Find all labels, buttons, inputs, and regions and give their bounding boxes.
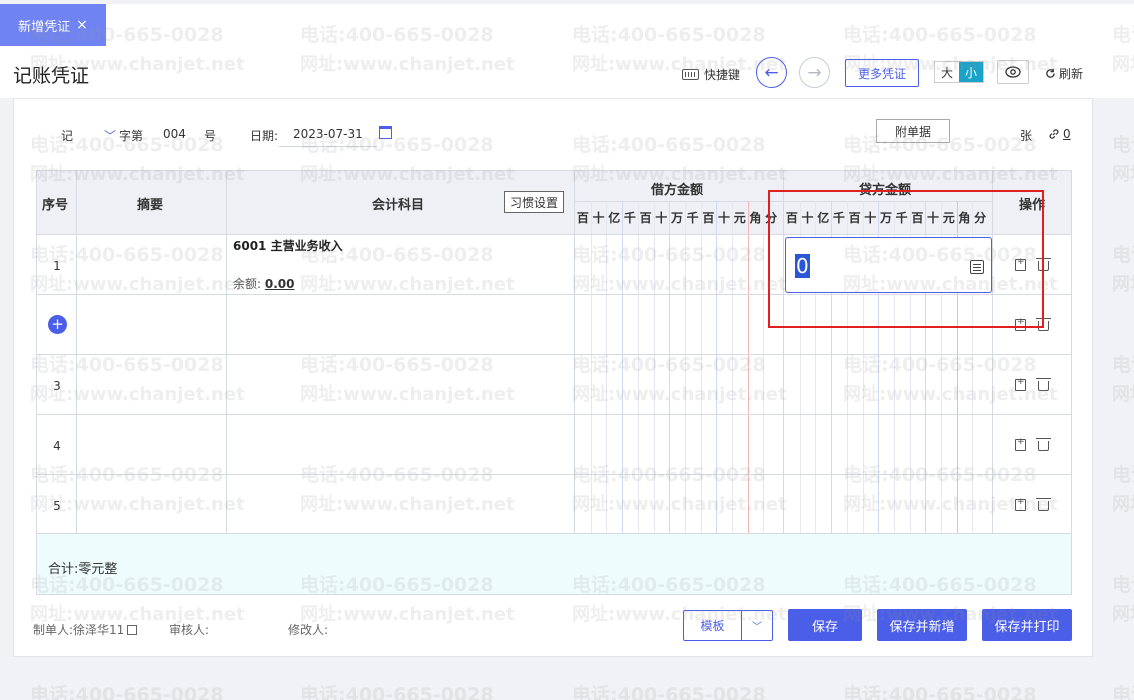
modifier-label: 修改人: bbox=[288, 623, 329, 637]
voucher-card: 记 ﹀ 字第 004 号 日期: 2023-07-31 附单据 张 0 序号 摘… bbox=[13, 98, 1093, 657]
shortcut-label: 快捷键 bbox=[704, 68, 741, 82]
watermark-site: 网址:www.chanjet.net bbox=[1112, 494, 1134, 515]
save-print-button[interactable]: 保存并打印 bbox=[982, 609, 1072, 641]
voucher-meta: 记 ﹀ 字第 004 号 日期: 2023-07-31 附单据 张 0 bbox=[14, 119, 1094, 147]
watermark-phone: 电话:400-665-0028 bbox=[1112, 684, 1134, 700]
row-seq: 4 bbox=[53, 439, 61, 453]
add-row-button[interactable]: + bbox=[48, 315, 67, 334]
row-actions bbox=[1015, 497, 1051, 511]
chevron-down-icon[interactable]: ﹀ bbox=[742, 611, 772, 640]
copy-row-icon[interactable] bbox=[1015, 377, 1026, 391]
maker-label: 制单人: bbox=[33, 623, 74, 637]
date-label: 日期: bbox=[250, 129, 279, 143]
tab-bar-filler bbox=[106, 4, 1134, 46]
next-voucher-button[interactable]: → bbox=[799, 57, 830, 88]
date-field[interactable]: 2023-07-31 bbox=[279, 123, 377, 147]
table-row: 5 bbox=[37, 474, 1071, 534]
attach-docs-button[interactable]: 附单据 bbox=[876, 119, 950, 143]
balance-label: 余额: bbox=[233, 277, 262, 291]
watermark-phone: 电话:400-665-0028 bbox=[1112, 574, 1134, 596]
refresh-button[interactable]: 刷新 bbox=[1045, 65, 1083, 82]
zhang-label: 张 bbox=[1020, 129, 1033, 143]
size-small-option[interactable]: 小 bbox=[959, 62, 983, 82]
watermark-site: 网址:www.chanjet.net bbox=[1112, 164, 1134, 185]
row-actions bbox=[1015, 377, 1051, 391]
watermark-phone: 电话:400-665-0028 bbox=[1112, 354, 1134, 376]
page-header: 记账凭证 快捷键 ← → 更多凭证 大 小 刷新 bbox=[0, 46, 1134, 98]
watermark-phone: 电话:400-665-0028 bbox=[1112, 464, 1134, 486]
table-row: 4 bbox=[37, 414, 1071, 474]
balance: 余额: 0.00 bbox=[233, 275, 294, 292]
refresh-label: 刷新 bbox=[1059, 67, 1084, 81]
balance-value[interactable]: 0.00 bbox=[265, 277, 295, 291]
close-icon[interactable]: × bbox=[76, 17, 88, 33]
total-row: 合计:零元整 bbox=[37, 533, 1071, 594]
tab-label: 新增凭证 bbox=[18, 19, 71, 35]
refresh-icon bbox=[1046, 68, 1055, 78]
watermark-phone: 电话:400-665-0028 bbox=[300, 684, 494, 700]
tab-bar: 新增凭证 × bbox=[0, 0, 1134, 46]
row-seq: 5 bbox=[53, 499, 61, 513]
page-title: 记账凭证 bbox=[13, 65, 90, 87]
watermark-phone: 电话:400-665-0028 bbox=[1112, 244, 1134, 266]
voucher-type: 记 bbox=[61, 129, 74, 143]
watermark-site: 网址:www.chanjet.net bbox=[1112, 604, 1134, 625]
more-vouchers-button[interactable]: 更多凭证 bbox=[845, 59, 919, 87]
copy-row-icon[interactable] bbox=[1015, 497, 1026, 511]
save-new-button[interactable]: 保存并新增 bbox=[877, 609, 967, 641]
template-label: 模板 bbox=[684, 611, 742, 640]
watermark-phone: 电话:400-665-0028 bbox=[30, 684, 224, 700]
subject-value[interactable]: 6001 主营业务收入 bbox=[233, 237, 343, 254]
prev-voucher-button[interactable]: ← bbox=[756, 57, 787, 88]
delete-row-icon[interactable] bbox=[1036, 438, 1051, 451]
watermark-phone: 电话:400-665-0028 bbox=[572, 684, 766, 700]
size-large-option[interactable]: 大 bbox=[935, 62, 959, 82]
row-seq: 1 bbox=[53, 259, 61, 273]
auditor-label: 审核人: bbox=[169, 623, 210, 637]
chevron-down-icon[interactable]: ﹀ bbox=[104, 127, 116, 144]
size-toggle: 大 小 bbox=[934, 61, 984, 83]
maker-name: 徐泽华11 bbox=[73, 623, 125, 637]
delete-row-icon[interactable] bbox=[1036, 378, 1051, 391]
watermark-phone: 电话:400-665-0028 bbox=[843, 684, 1037, 700]
shortcut-button[interactable]: 快捷键 bbox=[682, 66, 740, 83]
table-row: 3 bbox=[37, 354, 1071, 414]
template-button[interactable]: 模板 ﹀ bbox=[683, 610, 773, 641]
highlight-box bbox=[768, 190, 1044, 328]
view-toggle-button[interactable] bbox=[997, 60, 1029, 84]
attachment-link[interactable]: 0 bbox=[1048, 127, 1071, 141]
zi-label: 字第 bbox=[119, 129, 144, 143]
watermark-phone: 电话:400-665-0028 bbox=[1112, 134, 1134, 156]
hao-label: 号 bbox=[204, 129, 217, 143]
save-button[interactable]: 保存 bbox=[788, 609, 862, 641]
col-debit: 借方金额 bbox=[651, 183, 704, 198]
eye-icon bbox=[1005, 66, 1021, 78]
tab-new-voucher[interactable]: 新增凭证 × bbox=[0, 4, 106, 46]
edit-icon[interactable] bbox=[127, 625, 138, 635]
link-icon bbox=[1049, 129, 1059, 139]
calendar-icon[interactable] bbox=[379, 126, 392, 139]
delete-row-icon[interactable] bbox=[1036, 498, 1051, 511]
watermark-site: 网址:www.chanjet.net bbox=[1112, 274, 1134, 295]
voucher-number[interactable]: 004 bbox=[163, 127, 186, 141]
watermark-site: 网址:www.chanjet.net bbox=[1112, 384, 1134, 405]
link-count: 0 bbox=[1063, 127, 1071, 141]
total-label: 合计:零元整 bbox=[48, 562, 118, 577]
maker-info: 制单人:徐泽华11 bbox=[33, 621, 138, 638]
row-actions bbox=[1015, 437, 1051, 451]
copy-row-icon[interactable] bbox=[1015, 437, 1026, 451]
row-seq: 3 bbox=[53, 379, 61, 393]
keyboard-icon bbox=[682, 69, 699, 80]
